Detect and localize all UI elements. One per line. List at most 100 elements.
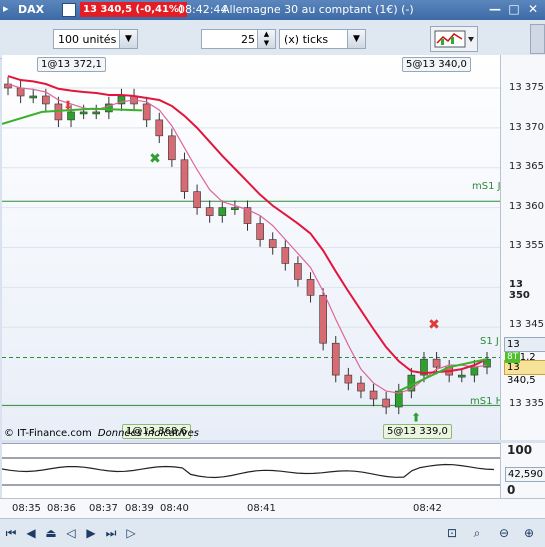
price-axis[interactable]: 13 375 13 370 13 365 13 360 13 355 13 35… xyxy=(500,55,545,440)
price-tick: 13 355 xyxy=(509,240,544,251)
credit-source: © IT-Finance.com xyxy=(4,428,92,439)
candle-body xyxy=(294,263,302,280)
ticks-unit-select[interactable]: (x) ticks ▼ xyxy=(279,29,366,49)
zoom-search-icon[interactable]: ⌕ xyxy=(468,524,486,542)
candle-body xyxy=(457,374,466,378)
stepper-icon[interactable]: ▲ ▼ xyxy=(257,30,275,48)
time-tick: 08:36 xyxy=(47,503,76,514)
ticks-count: 25 xyxy=(241,33,255,46)
time-axis: 08:35 08:36 08:37 08:39 08:40 08:41 08:4… xyxy=(0,498,545,519)
scroll-last-icon[interactable]: ⏭ xyxy=(102,524,120,542)
zoom-in-icon[interactable]: ⊕ xyxy=(520,524,538,542)
candle-body xyxy=(180,159,189,192)
oscillator-plot xyxy=(2,457,500,486)
osc-tick-bottom: 0 xyxy=(507,483,516,497)
oscillator-axis: 100 42,590 0 xyxy=(500,443,545,498)
candle-body xyxy=(256,223,264,240)
level-label-s1j: S1 J xyxy=(480,336,499,347)
price-tick: 13 375 xyxy=(509,82,544,93)
units-value: 100 unités xyxy=(58,33,117,46)
level-price-s1j: 13 341,2 xyxy=(504,337,545,363)
candle-body xyxy=(369,390,378,400)
level-label-ms1h: mS1 H xyxy=(470,396,504,407)
candle-body xyxy=(218,207,227,216)
candle-body xyxy=(92,111,101,115)
time-tick: 08:41 xyxy=(247,503,276,514)
scroll-right-icon[interactable]: ▷ xyxy=(122,524,140,542)
price-tick: 13 365 xyxy=(509,161,544,172)
minimize-button[interactable]: — xyxy=(487,2,503,17)
candle-body xyxy=(344,374,353,384)
time-tick: 08:40 xyxy=(160,503,189,514)
oscillator-line xyxy=(2,463,495,479)
candle-body xyxy=(67,111,75,121)
zoom-out-icon[interactable]: ⊖ xyxy=(495,524,513,542)
chevron-down-icon: ▼ xyxy=(347,30,365,48)
candle-body xyxy=(432,358,441,368)
tick-count-badge: 8T xyxy=(505,352,521,363)
maximize-button[interactable]: □ xyxy=(506,2,522,17)
side-panel-toggle[interactable] xyxy=(530,24,545,54)
price-tick: 13 370 xyxy=(509,122,544,133)
menu-icon[interactable]: ▸ xyxy=(3,2,9,15)
candle-body xyxy=(281,247,290,264)
ticks-unit: (x) ticks xyxy=(284,33,329,46)
exit-x-marker: ✖ xyxy=(428,317,440,333)
candle-body xyxy=(231,207,239,210)
price-tick: 13 360 xyxy=(509,201,544,212)
entry-x-marker: ✖ xyxy=(149,151,161,167)
order-tag-bottom-right[interactable]: 5@13 339,0 xyxy=(383,424,452,439)
candle-body xyxy=(470,366,479,376)
clock-time: 08:42:44 xyxy=(178,3,228,16)
order-tag-top-left[interactable]: 1@13 372,1 xyxy=(37,57,106,72)
time-tick: 08:37 xyxy=(89,503,118,514)
window-title: Allemagne 30 au comptant (1€) (-) xyxy=(222,3,414,16)
candle-body xyxy=(306,279,315,296)
oscillator-panel[interactable] xyxy=(2,443,500,499)
osc-tick-top: 100 xyxy=(507,443,533,457)
osc-value-tag: 42,590 xyxy=(505,467,545,482)
candle-body xyxy=(142,103,151,121)
level-label-ms1j: mS1 J xyxy=(472,181,501,192)
candle-body xyxy=(331,342,340,376)
time-tick: 08:39 xyxy=(125,503,154,514)
instrument-checkbox[interactable] xyxy=(62,3,76,17)
candle-body xyxy=(357,382,365,392)
ticks-count-input[interactable]: 25 ▲ ▼ xyxy=(201,29,276,49)
credit-note: Données indicatives xyxy=(97,428,199,439)
units-select[interactable]: 100 unités ▼ xyxy=(53,29,138,49)
zoom-fit-icon[interactable]: ⊡ xyxy=(443,524,461,542)
eject-icon[interactable]: ⏏ xyxy=(42,524,60,542)
candle-body xyxy=(42,95,50,105)
instrument-name: DAX xyxy=(18,3,45,16)
chevron-down-icon: ▼ xyxy=(119,30,137,48)
candle-body xyxy=(155,119,164,137)
credit-text: © IT-Finance.com Données indicatives xyxy=(4,428,199,439)
candlestick-plot[interactable]: ✖ ✖ ⬇ ⬆ xyxy=(2,55,500,440)
step-left-icon[interactable]: ◁ xyxy=(62,524,80,542)
time-tick: 08:35 xyxy=(12,503,41,514)
price-tick: 13 345 xyxy=(509,319,544,330)
candle-body xyxy=(268,239,277,248)
close-button[interactable]: ✕ xyxy=(525,2,541,17)
bottom-toolbar: ⏮ ◀ ⏏ ◁ ▶ ⏭ ▷ ⊡ ⌕ ⊖ ⊕ xyxy=(0,518,545,547)
price-tick: 13 350 xyxy=(509,279,530,301)
scroll-first-icon[interactable]: ⏮ xyxy=(2,524,20,542)
candle-body xyxy=(382,398,390,408)
buy-arrow-icon: ⬆ xyxy=(411,410,421,424)
scroll-left-icon[interactable]: ◀ xyxy=(22,524,40,542)
time-tick: 08:42 xyxy=(413,503,442,514)
candle-body xyxy=(193,191,201,208)
candle-body xyxy=(29,95,38,99)
candle-body xyxy=(79,111,88,115)
order-tag-top-right[interactable]: 5@13 340,0 xyxy=(402,57,471,72)
candle-body xyxy=(16,87,25,97)
sell-arrow-icon: ⬇ xyxy=(63,99,73,113)
candle-body xyxy=(205,207,214,216)
price-change-badge: 13 340,5 (-0,41%) xyxy=(80,2,187,17)
price-chart[interactable]: ✖ ✖ ⬇ ⬆ 1@13 372,1 5@13 340,0 1@13 368,6 5@… xyxy=(2,55,504,440)
play-icon[interactable]: ▶ xyxy=(82,524,100,542)
chart-toolbar: 100 unités ▼ 25 ▲ ▼ (x) ticks ▼ xyxy=(0,20,545,59)
chart-style-button[interactable] xyxy=(430,26,478,52)
candle-body xyxy=(168,135,176,161)
